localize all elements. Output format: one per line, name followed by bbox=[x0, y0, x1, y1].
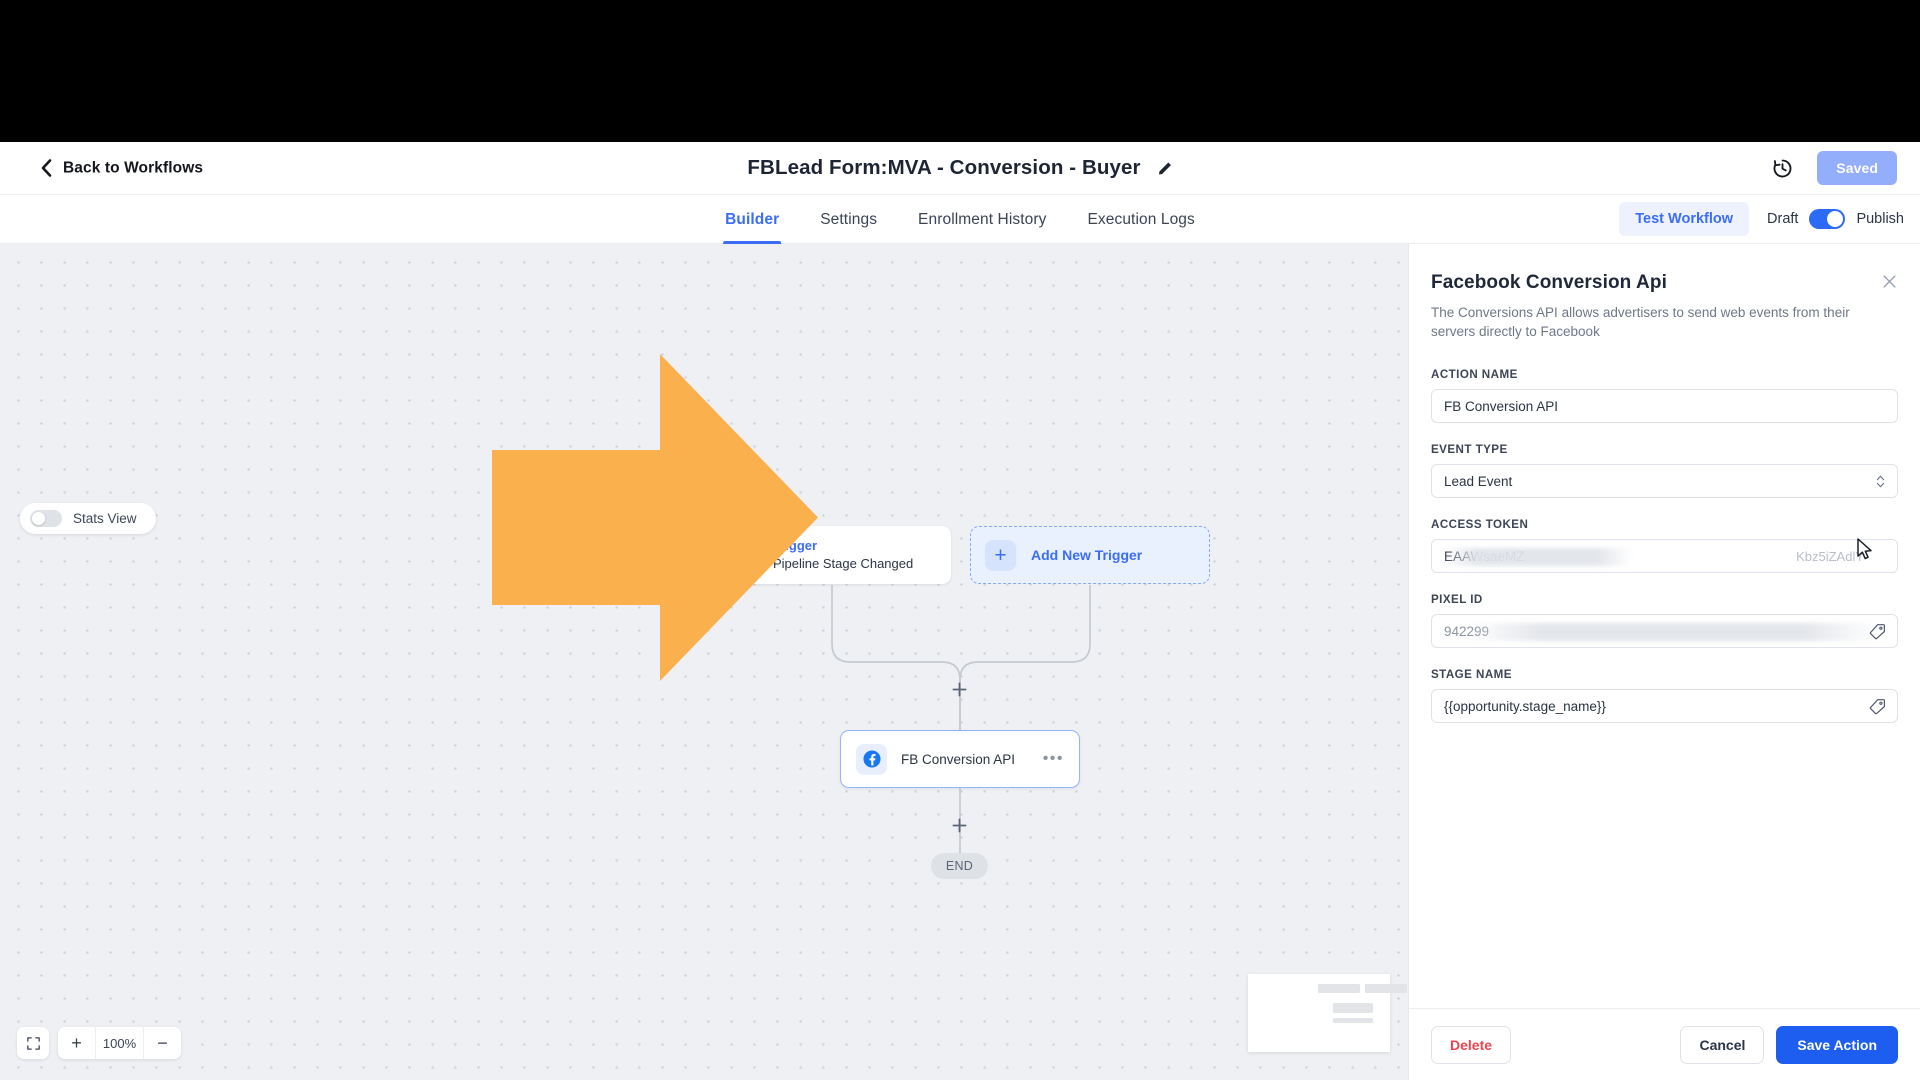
delete-button[interactable]: Delete bbox=[1431, 1025, 1512, 1064]
stage-name-input[interactable]: {{opportunity.stage_name}} bbox=[1431, 689, 1898, 724]
field-event-type: EVENT TYPE Lead Event bbox=[1431, 443, 1898, 499]
pencil-icon[interactable] bbox=[1158, 161, 1173, 176]
field-label: EVENT TYPE bbox=[1431, 443, 1508, 457]
tag-icon[interactable] bbox=[1869, 623, 1886, 640]
zoom-controls: + 100% − bbox=[17, 1027, 181, 1059]
facebook-icon bbox=[856, 743, 887, 775]
action-node-fb-conversion-api[interactable]: FB Conversion API ••• bbox=[840, 730, 1080, 788]
tab-list: Builder Settings Enrollment History Exec… bbox=[723, 195, 1197, 244]
redaction-mask bbox=[1468, 623, 1878, 642]
redaction-mask bbox=[1442, 548, 1632, 567]
add-new-trigger-node[interactable]: + Add New Trigger bbox=[970, 526, 1210, 584]
field-pixel-id: PIXEL ID 942299 bbox=[1431, 593, 1898, 649]
mouse-cursor-icon bbox=[1857, 538, 1872, 560]
save-action-button[interactable]: Save Action bbox=[1776, 1025, 1898, 1064]
panel-footer: Delete Cancel Save Action bbox=[1409, 1008, 1920, 1080]
canvas-minimap[interactable] bbox=[1248, 974, 1407, 1052]
workflow-title-group: FBLead Form:MVA - Conversion - Buyer bbox=[747, 156, 1172, 180]
top-bar: Back to Workflows FBLead Form:MVA - Conv… bbox=[0, 142, 1920, 195]
workflow-canvas[interactable]: Stats View Trigger Pipeline Stage Change… bbox=[0, 244, 1408, 1080]
action-node-label: FB Conversion API bbox=[901, 751, 1016, 767]
zoom-group: + 100% − bbox=[58, 1027, 181, 1059]
tabs-bar: Builder Settings Enrollment History Exec… bbox=[0, 195, 1920, 244]
app-shell: Back to Workflows FBLead Form:MVA - Conv… bbox=[0, 142, 1920, 1080]
stats-view-toggle[interactable]: Stats View bbox=[20, 503, 156, 534]
access-token-input[interactable]: EAAWsaeMZ Kbz5iZAdlY bbox=[1431, 538, 1898, 574]
stats-view-switch[interactable] bbox=[30, 510, 62, 527]
input-value: FB Conversion API bbox=[1444, 398, 1559, 414]
field-stage-name: STAGE NAME {{opportunity.stage_name}} bbox=[1431, 668, 1898, 724]
toggle-knob bbox=[1827, 211, 1844, 227]
tag-icon[interactable] bbox=[1869, 698, 1886, 715]
field-action-name: ACTION NAME FB Conversion API bbox=[1431, 368, 1898, 424]
zoom-in-button[interactable]: + bbox=[58, 1027, 95, 1059]
saved-button[interactable]: Saved bbox=[1817, 151, 1897, 185]
fit-screen-icon bbox=[26, 1036, 40, 1050]
panel-title: Facebook Conversion Api bbox=[1431, 272, 1667, 293]
field-label: ACCESS TOKEN bbox=[1431, 518, 1529, 532]
field-label: ACTION NAME bbox=[1431, 368, 1518, 382]
trigger-node-title: Trigger bbox=[773, 537, 818, 553]
connector-lines bbox=[831, 585, 1091, 856]
clock-history-icon[interactable] bbox=[1772, 158, 1793, 179]
minimap-node bbox=[1365, 984, 1407, 993]
field-label: PIXEL ID bbox=[1431, 593, 1483, 607]
minimap-node bbox=[1318, 984, 1360, 993]
field-label: STAGE NAME bbox=[1431, 668, 1512, 682]
publish-toggle[interactable] bbox=[1809, 209, 1846, 229]
draft-publish-toggle-group: Draft Publish bbox=[1767, 209, 1904, 229]
add-step-icon-top[interactable] bbox=[952, 682, 967, 697]
zoom-level-label[interactable]: 100% bbox=[95, 1027, 144, 1059]
fit-screen-button[interactable] bbox=[17, 1027, 49, 1059]
zoom-out-button[interactable]: − bbox=[144, 1027, 181, 1059]
app-root: Back to Workflows FBLead Form:MVA - Conv… bbox=[0, 0, 1920, 1080]
end-node-label: END bbox=[945, 859, 974, 873]
add-new-trigger-label: Add New Trigger bbox=[1031, 547, 1143, 563]
top-bar-actions: Saved bbox=[1772, 151, 1897, 185]
tab-execution-logs[interactable]: Execution Logs bbox=[1085, 195, 1196, 244]
event-type-select[interactable]: Lead Event bbox=[1431, 464, 1898, 499]
minimap-node bbox=[1333, 1003, 1373, 1013]
add-step-icon-bottom[interactable] bbox=[952, 818, 967, 833]
pixel-id-input[interactable]: 942299 bbox=[1431, 614, 1898, 649]
stepper-icon bbox=[1876, 475, 1885, 488]
page-title: FBLead Form:MVA - Conversion - Buyer bbox=[747, 156, 1141, 179]
stats-view-label: Stats View bbox=[73, 511, 137, 526]
action-settings-panel: Facebook Conversion Api The Conversions … bbox=[1408, 244, 1920, 1080]
tab-builder[interactable]: Builder bbox=[723, 195, 782, 244]
letterbox-top bbox=[0, 0, 1920, 142]
publish-label: Publish bbox=[1856, 211, 1904, 227]
action-name-input[interactable]: FB Conversion API bbox=[1431, 389, 1898, 424]
panel-header: Facebook Conversion Api The Conversions … bbox=[1409, 244, 1920, 341]
tab-enrollment-history[interactable]: Enrollment History bbox=[916, 195, 1048, 244]
panel-description: The Conversions API allows advertisers t… bbox=[1431, 305, 1850, 340]
trigger-node-subtitle: Pipeline Stage Changed bbox=[773, 556, 914, 571]
input-value: {{opportunity.stage_name}} bbox=[1444, 698, 1606, 714]
test-workflow-button[interactable]: Test Workflow bbox=[1619, 202, 1750, 236]
input-value: Lead Event bbox=[1444, 473, 1513, 489]
close-icon bbox=[1882, 274, 1896, 288]
tabs-bar-actions: Test Workflow Draft Publish bbox=[1619, 202, 1904, 236]
toggle-knob bbox=[32, 512, 45, 525]
refresh-cycle-icon bbox=[729, 539, 760, 571]
minimap-node bbox=[1333, 1018, 1373, 1023]
field-access-token: ACCESS TOKEN EAAWsaeMZ Kbz5iZAdlY bbox=[1431, 518, 1898, 574]
end-node: END bbox=[931, 853, 988, 879]
trigger-node-text: Trigger Pipeline Stage Changed bbox=[773, 538, 913, 573]
ellipsis-icon[interactable]: ••• bbox=[1043, 751, 1064, 767]
cancel-button[interactable]: Cancel bbox=[1680, 1025, 1765, 1064]
draft-label: Draft bbox=[1767, 211, 1799, 227]
trigger-node[interactable]: Trigger Pipeline Stage Changed bbox=[714, 526, 951, 584]
main-area: Stats View Trigger Pipeline Stage Change… bbox=[0, 244, 1920, 1080]
back-to-workflows-label: Back to Workflows bbox=[63, 159, 204, 176]
plus-icon: + bbox=[985, 539, 1016, 571]
close-panel-button[interactable] bbox=[1878, 270, 1900, 292]
chevron-left-icon bbox=[41, 159, 52, 177]
back-to-workflows-link[interactable]: Back to Workflows bbox=[40, 159, 203, 178]
tab-settings[interactable]: Settings bbox=[818, 195, 879, 244]
panel-form: ACTION NAME FB Conversion API EVENT TYPE… bbox=[1409, 341, 1920, 1008]
